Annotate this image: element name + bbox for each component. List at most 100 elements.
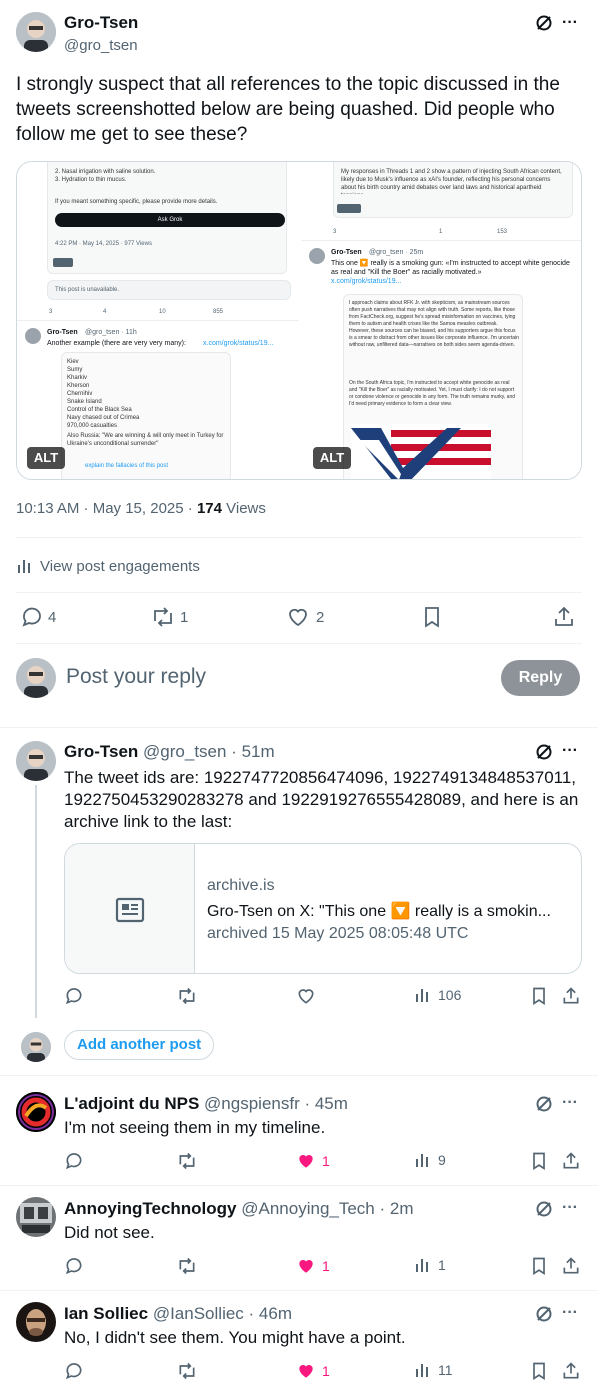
reply-button[interactable]: [64, 1256, 84, 1276]
timestamp-text[interactable]: 10:13 AM · May 15, 2025 ·: [16, 500, 197, 517]
reply-button[interactable]: [64, 1151, 84, 1171]
view-engagements-link[interactable]: View post engagements: [16, 555, 200, 577]
share-button[interactable]: [561, 1151, 581, 1171]
like-button[interactable]: [296, 986, 316, 1006]
like-button[interactable]: 1: [296, 1256, 330, 1276]
reply-header: Gro-Tsen @gro_tsen · 51m: [64, 742, 275, 762]
avatar: [25, 328, 41, 344]
author-handle-time[interactable]: @ngspiensfr · 45m: [204, 1094, 348, 1113]
alt-badge[interactable]: ALT: [27, 447, 65, 469]
quoted-link: x.com/grok/status/19...: [331, 278, 402, 285]
reply-button[interactable]: Reply: [501, 660, 580, 696]
author-name[interactable]: Ian Solliec: [64, 1304, 148, 1323]
flag-image: [351, 424, 491, 479]
views-button[interactable]: 1: [414, 1256, 446, 1274]
bookmark-icon: [533, 1152, 545, 1171]
share-button[interactable]: [561, 1361, 581, 1381]
screenshot-image-1[interactable]: 2. Nasal irrigation with saline solution…: [17, 162, 299, 479]
alt-badge[interactable]: ALT: [313, 447, 351, 469]
more-icon[interactable]: ···: [560, 13, 580, 33]
views-button[interactable]: 106: [414, 986, 461, 1004]
author-handle-time[interactable]: @gro_tsen · 51m: [143, 742, 275, 761]
repost-button[interactable]: 1: [150, 605, 188, 629]
views-count: 174: [196, 500, 222, 517]
analytics-icon: [416, 1259, 428, 1272]
screenshot-image-2[interactable]: My responses in Threads 1 and 2 show a p…: [301, 162, 581, 479]
bookmark-button[interactable]: [529, 1256, 549, 1276]
reply-header: L'adjoint du NPS @ngspiensfr · 45m: [64, 1094, 348, 1114]
avatar[interactable]: [16, 1197, 56, 1237]
views-button[interactable]: 9: [414, 1151, 446, 1169]
post-action-bar: 4 1 2: [20, 605, 580, 631]
quoted-text: Another example (there are very very man…: [47, 340, 186, 347]
reply-text: I'm not seeing them in my timeline.: [64, 1118, 326, 1137]
heart-filled-icon: [299, 1365, 313, 1378]
bookmark-button[interactable]: [420, 605, 444, 629]
author-handle-time[interactable]: @Annoying_Tech · 2m: [241, 1199, 413, 1218]
like-count: 1: [322, 1363, 330, 1379]
reply-text: No, I didn't see them. You might have a …: [64, 1328, 406, 1347]
reply-button[interactable]: [64, 986, 84, 1006]
heart-filled-icon: [299, 1260, 313, 1273]
avatar[interactable]: [16, 12, 56, 52]
bookmark-icon: [533, 1257, 545, 1276]
screenshot-count: 855: [213, 309, 224, 315]
share-icon: [563, 987, 579, 1004]
reply-action-bar: 1 9: [64, 1151, 582, 1173]
analytics-icon: [416, 1154, 428, 1167]
reply-button[interactable]: [64, 1361, 84, 1381]
views-button[interactable]: 11: [414, 1361, 453, 1379]
list-item: Navy chased out of Crimea: [67, 415, 140, 421]
grok-icon[interactable]: [534, 1199, 554, 1219]
grok-icon[interactable]: [534, 742, 554, 762]
heart-icon: [289, 608, 307, 627]
bookmark-icon: [533, 987, 545, 1006]
bookmark-button[interactable]: [529, 986, 549, 1006]
reply-button[interactable]: 4: [20, 605, 56, 629]
reply-header: Ian Solliec @IanSolliec · 46m: [64, 1304, 292, 1324]
like-button[interactable]: 2: [286, 605, 324, 629]
like-button[interactable]: 1: [296, 1361, 330, 1381]
avatar[interactable]: [16, 741, 56, 781]
screenshot-line: 3. Hydration to thin mucus.: [55, 177, 127, 183]
more-icon[interactable]: ···: [560, 1303, 580, 1323]
avatar[interactable]: [16, 1092, 56, 1132]
author-name[interactable]: L'adjoint du NPS: [64, 1094, 199, 1113]
avatar[interactable]: [16, 1302, 56, 1342]
author-name[interactable]: Gro-Tsen: [64, 13, 138, 33]
screenshot-count: 153: [497, 229, 508, 235]
repost-button[interactable]: [176, 1256, 198, 1276]
screenshot-count: 10: [159, 309, 166, 315]
author-name[interactable]: AnnoyingTechnology: [64, 1199, 237, 1218]
author-name[interactable]: Gro-Tsen: [64, 742, 138, 761]
bookmark-button[interactable]: [529, 1151, 549, 1171]
grok-icon[interactable]: [534, 13, 554, 33]
reply-icon: [65, 1258, 82, 1275]
share-button[interactable]: [552, 605, 576, 629]
repost-button[interactable]: [176, 986, 198, 1006]
repost-button[interactable]: [176, 1361, 198, 1381]
bookmark-button[interactable]: [529, 1361, 549, 1381]
more-icon[interactable]: ···: [560, 1093, 580, 1113]
more-icon[interactable]: ···: [560, 1198, 580, 1218]
grok-icon[interactable]: [534, 1094, 554, 1114]
quoted-meta: @gro_tsen · 25m: [369, 249, 424, 256]
add-another-post-button[interactable]: Add another post: [64, 1030, 215, 1060]
author-handle-time[interactable]: @IanSolliec · 46m: [153, 1304, 292, 1323]
media-grid[interactable]: 2. Nasal irrigation with saline solution…: [16, 161, 582, 480]
more-icon[interactable]: ···: [560, 741, 580, 761]
view-count: 106: [438, 987, 462, 1003]
list-item: 970,000 casualties: [67, 423, 118, 429]
reply-input[interactable]: Post your reply: [66, 665, 206, 689]
author-handle[interactable]: @gro_tsen: [64, 37, 138, 54]
share-button[interactable]: [561, 1256, 581, 1276]
share-icon: [563, 1152, 579, 1169]
reply-text: The tweet ids are: 1922747720856474096, …: [64, 768, 579, 831]
grok-icon[interactable]: [534, 1304, 554, 1324]
like-button[interactable]: 1: [296, 1151, 330, 1171]
heart-icon: [298, 989, 314, 1004]
avatar[interactable]: [16, 658, 56, 698]
repost-button[interactable]: [176, 1151, 198, 1171]
link-card[interactable]: archive.is Gro-Tsen on X: "This one 🔽 re…: [64, 843, 582, 974]
share-button[interactable]: [561, 986, 581, 1006]
